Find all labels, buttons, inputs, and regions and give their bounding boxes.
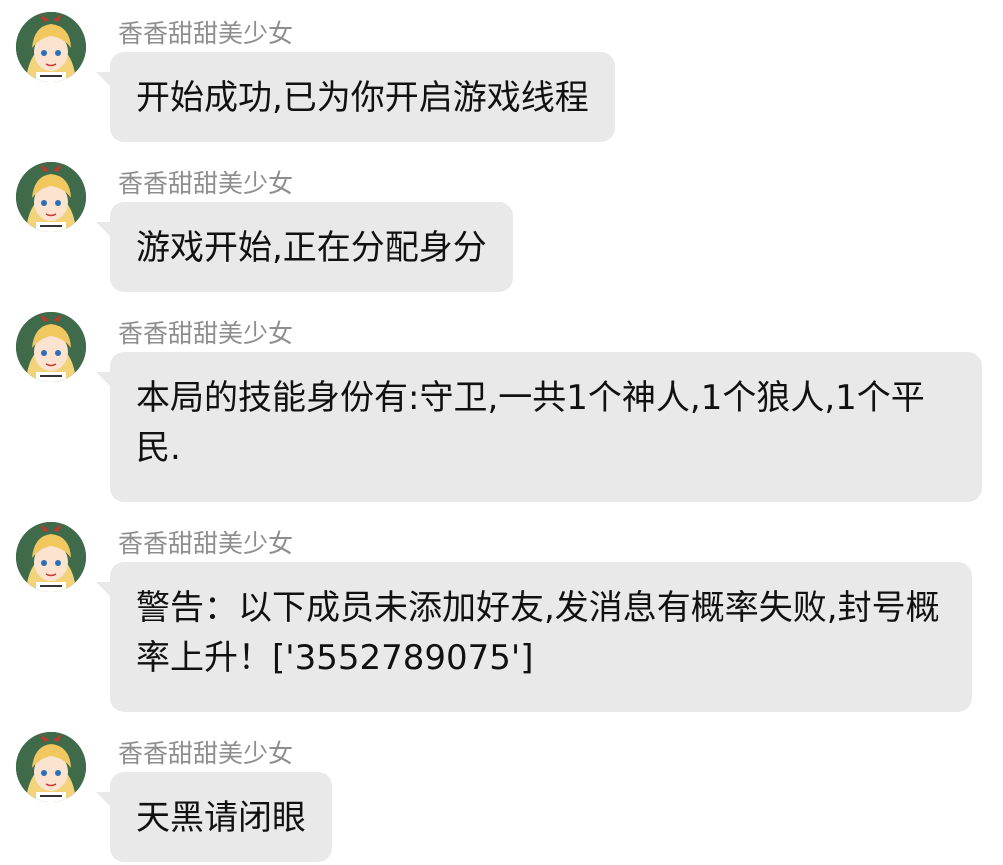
chat-message: 香香甜甜美少女 游戏开始,正在分配身分 [0,150,1003,300]
chat-message-list: 香香甜甜美少女 开始成功,已为你开启游戏线程 香香甜甜美少女 游戏开始,正在分配… [0,0,1003,865]
message-bubble[interactable]: 天黑请闭眼 [110,772,332,862]
anime-girl-avatar-icon [16,162,86,232]
avatar[interactable] [16,522,86,592]
sender-name: 香香甜甜美少女 [118,739,294,768]
avatar[interactable] [16,312,86,382]
sender-name: 香香甜甜美少女 [118,19,294,48]
message-bubble[interactable]: 开始成功,已为你开启游戏线程 [110,52,615,142]
anime-girl-avatar-icon [16,12,86,82]
chat-message: 香香甜甜美少女 天黑请闭眼 [0,720,1003,865]
avatar[interactable] [16,732,86,802]
sender-name: 香香甜甜美少女 [118,169,294,198]
chat-message: 香香甜甜美少女 本局的技能身份有:守卫,一共1个神人,1个狼人,1个平民. [0,300,1003,510]
avatar[interactable] [16,12,86,82]
anime-girl-avatar-icon [16,732,86,802]
message-bubble[interactable]: 本局的技能身份有:守卫,一共1个神人,1个狼人,1个平民. [110,352,982,502]
chat-message: 香香甜甜美少女 开始成功,已为你开启游戏线程 [0,0,1003,150]
anime-girl-avatar-icon [16,522,86,592]
message-bubble[interactable]: 游戏开始,正在分配身分 [110,202,513,292]
anime-girl-avatar-icon [16,312,86,382]
sender-name: 香香甜甜美少女 [118,529,294,558]
message-bubble[interactable]: 警告：以下成员未添加好友,发消息有概率失败,封号概率上升！['355278907… [110,562,972,712]
chat-message: 香香甜甜美少女 警告：以下成员未添加好友,发消息有概率失败,封号概率上升！['3… [0,510,1003,720]
sender-name: 香香甜甜美少女 [118,319,294,348]
avatar[interactable] [16,162,86,232]
